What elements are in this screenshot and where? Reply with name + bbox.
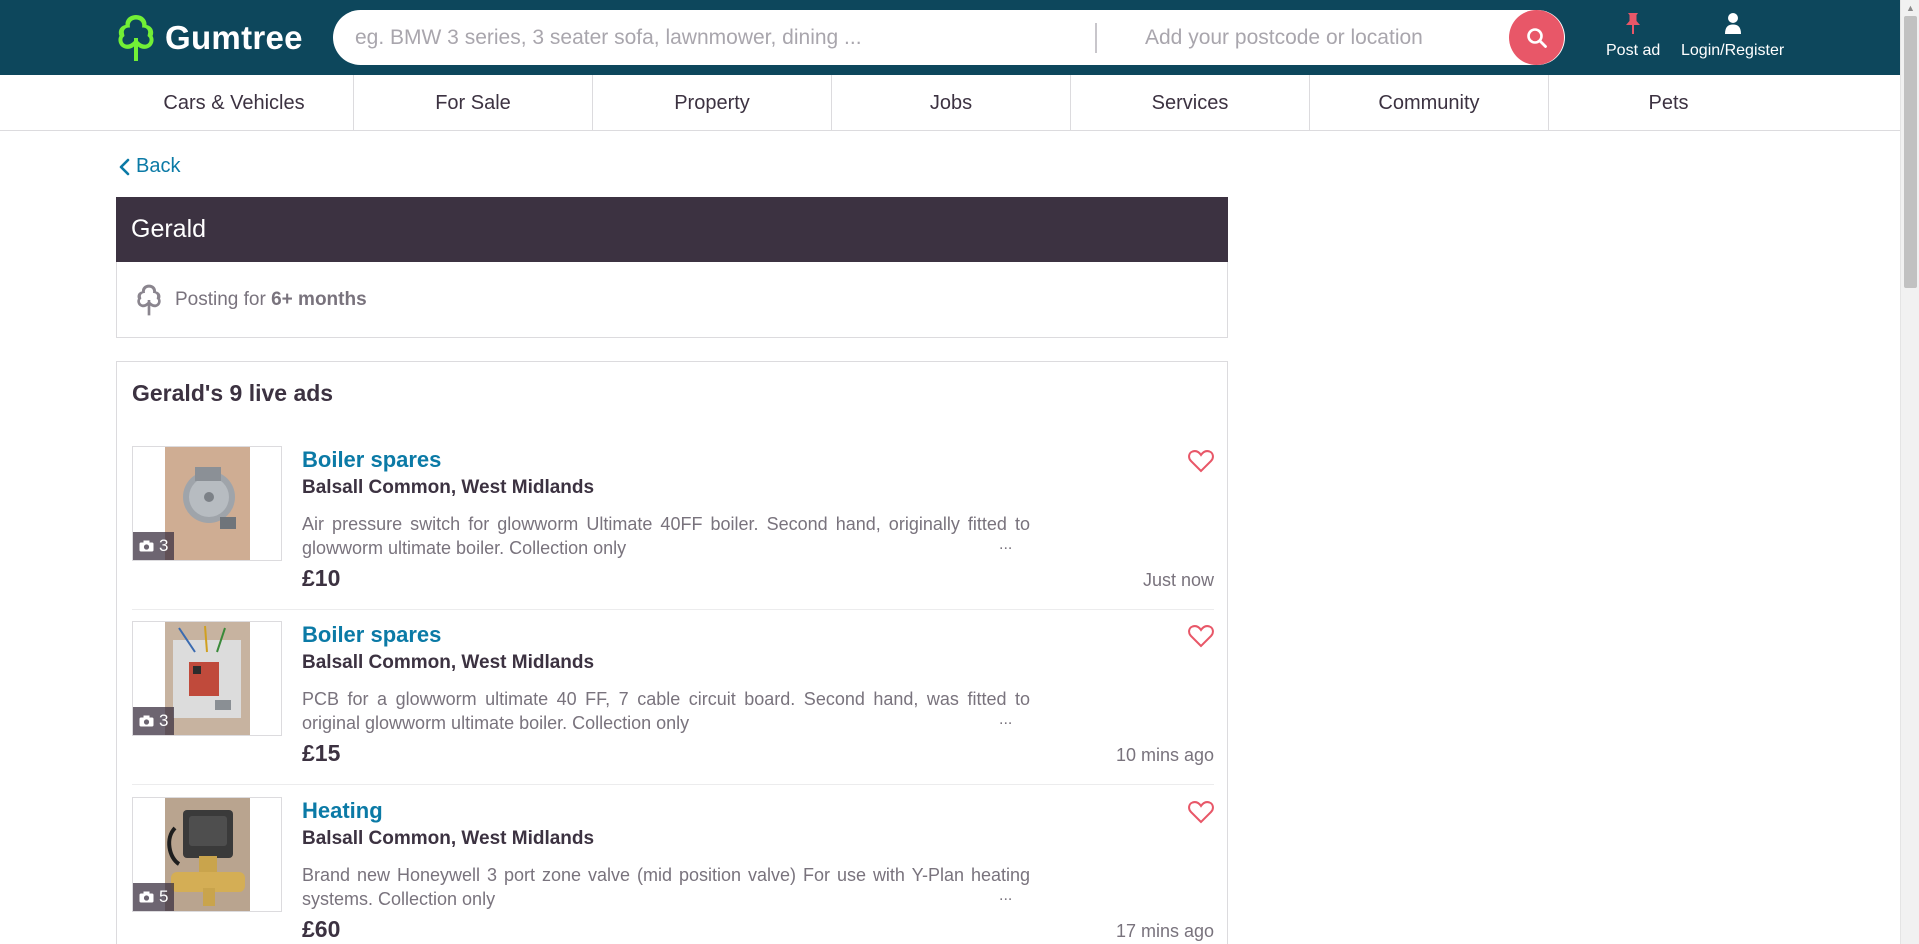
ad-description: Brand new Honeywell 3 port zone valve (m… <box>302 865 1030 909</box>
photo-count: 3 <box>159 536 169 555</box>
logo-text: Gumtree <box>165 19 303 56</box>
login-register-label: Login/Register <box>1681 42 1785 59</box>
description-ellipsis: ... <box>999 536 1013 553</box>
ad-price: £15 <box>302 740 341 766</box>
ad-posted-time: 10 mins ago <box>1115 745 1214 765</box>
category-property[interactable]: Property <box>593 75 832 131</box>
post-ad-label: Post ad <box>1606 42 1661 59</box>
category-cars-vehicles[interactable]: Cars & Vehicles <box>115 75 354 131</box>
ad-thumbnail[interactable]: 3 <box>132 446 282 561</box>
top-header: Gumtree Post ad L <box>0 0 1900 75</box>
category-for-sale[interactable]: For Sale <box>354 75 593 131</box>
gumtree-logo[interactable]: Gumtree <box>115 12 303 64</box>
ad-posted-time: Just now <box>1142 570 1214 590</box>
search-button[interactable] <box>1509 10 1564 65</box>
page: Gumtree Post ad L <box>0 0 1900 944</box>
camera-icon <box>139 891 154 903</box>
ad-title[interactable]: Boiler spares <box>302 622 441 648</box>
category-community[interactable]: Community <box>1310 75 1549 131</box>
live-ads-title: Gerald's 9 live ads <box>132 380 334 406</box>
pin-icon <box>1626 13 1641 34</box>
ad-separator <box>132 609 1214 610</box>
description-ellipsis: ... <box>999 887 1013 904</box>
favourite-heart-icon[interactable] <box>1188 624 1214 648</box>
search-bar <box>333 10 1565 65</box>
location-input[interactable] <box>1145 10 1485 65</box>
post-ad-button[interactable]: Post ad <box>1606 12 1660 60</box>
live-ads-panel: Gerald's 9 live ads 3 Boiler spares Bals… <box>116 361 1228 944</box>
description-ellipsis: ... <box>999 711 1013 728</box>
zone-valve-photo <box>165 798 250 911</box>
ad-price: £60 <box>302 916 341 942</box>
ad-thumbnail[interactable]: 3 <box>132 621 282 736</box>
tree-logo-icon <box>118 15 154 61</box>
ad-description: PCB for a glowworm ultimate 40 FF, 7 cab… <box>302 689 1030 733</box>
login-register-button[interactable]: Login/Register <box>1681 12 1784 60</box>
posting-duration: Posting for 6+ months <box>175 289 367 311</box>
ad-location: Balsall Common, West Midlands <box>302 477 595 498</box>
photo-count-badge: 3 <box>133 532 175 560</box>
ad-separator <box>132 784 1214 785</box>
favourite-heart-icon[interactable] <box>1188 449 1214 473</box>
pressure-switch-photo <box>165 447 250 560</box>
ad-listing[interactable]: 3 Boiler spares Balsall Common, West Mid… <box>132 446 1214 610</box>
seller-name: Gerald <box>131 215 207 243</box>
back-link[interactable]: Back <box>118 155 180 178</box>
ad-location: Balsall Common, West Midlands <box>302 652 595 673</box>
ad-location: Balsall Common, West Midlands <box>302 828 595 849</box>
posting-for-value: 6+ months <box>271 288 367 310</box>
ad-price: £10 <box>302 565 341 591</box>
seller-name-header: Gerald <box>116 197 1228 262</box>
favourite-heart-icon[interactable] <box>1188 800 1214 824</box>
circuit-board-photo <box>165 622 250 735</box>
search-divider <box>1095 23 1097 53</box>
ad-thumbnail[interactable]: 5 <box>132 797 282 912</box>
search-icon <box>1526 27 1547 48</box>
ad-title[interactable]: Boiler spares <box>302 447 441 473</box>
scrollbar-thumb[interactable] <box>1904 16 1917 288</box>
search-input[interactable] <box>355 10 1075 65</box>
vertical-scrollbar[interactable]: ▲ <box>1900 0 1919 944</box>
camera-icon <box>139 540 154 552</box>
ad-title[interactable]: Heating <box>302 798 383 824</box>
photo-count: 5 <box>159 887 169 906</box>
photo-count: 3 <box>159 711 169 730</box>
ad-listing[interactable]: 3 Boiler spares Balsall Common, West Mid… <box>132 621 1214 785</box>
posting-for-prefix: Posting for <box>175 288 266 310</box>
category-nav: Cars & Vehicles For Sale Property Jobs S… <box>0 75 1900 131</box>
scroll-up-arrow-icon[interactable]: ▲ <box>1901 0 1919 16</box>
category-services[interactable]: Services <box>1071 75 1310 131</box>
tree-outline-icon <box>137 284 161 315</box>
photo-count-badge: 5 <box>133 883 175 911</box>
ad-posted-time: 17 mins ago <box>1115 921 1214 941</box>
chevron-left-icon <box>119 158 130 175</box>
photo-count-badge: 3 <box>133 707 175 735</box>
user-icon <box>1724 13 1741 34</box>
back-label: Back <box>136 155 181 177</box>
category-jobs[interactable]: Jobs <box>832 75 1071 131</box>
ad-listing[interactable]: 5 Heating Balsall Common, West Midlands … <box>132 797 1214 944</box>
seller-meta: Posting for 6+ months <box>116 262 1228 338</box>
ad-description: Air pressure switch for glowworm Ultimat… <box>302 514 1030 558</box>
camera-icon <box>139 715 154 727</box>
category-pets[interactable]: Pets <box>1549 75 1788 131</box>
